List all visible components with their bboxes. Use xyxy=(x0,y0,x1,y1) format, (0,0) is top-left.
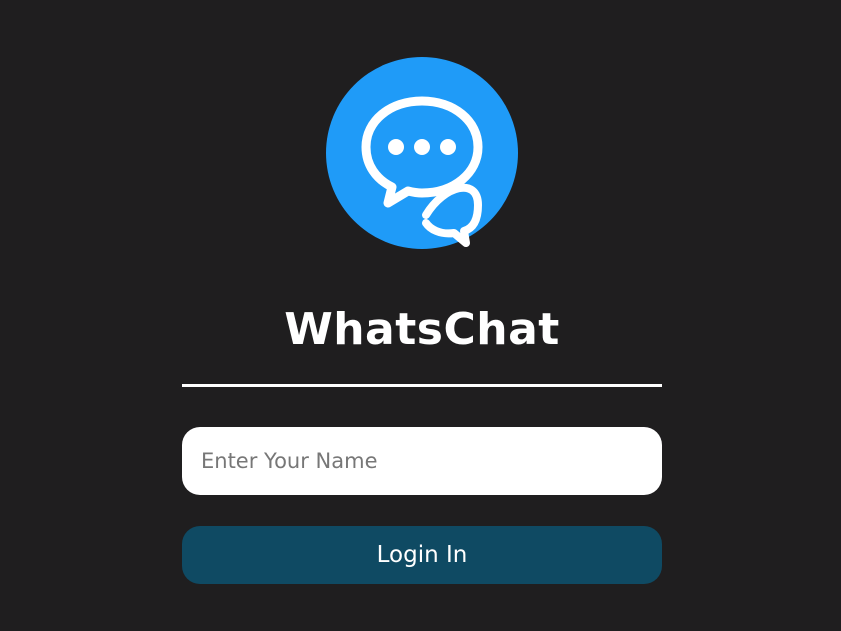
name-input[interactable] xyxy=(182,427,662,495)
title-divider xyxy=(182,384,662,387)
chat-bubbles-icon xyxy=(361,96,483,247)
login-button[interactable]: Login In xyxy=(182,526,662,584)
app-logo xyxy=(326,57,518,249)
app-title: WhatsChat xyxy=(284,304,560,355)
